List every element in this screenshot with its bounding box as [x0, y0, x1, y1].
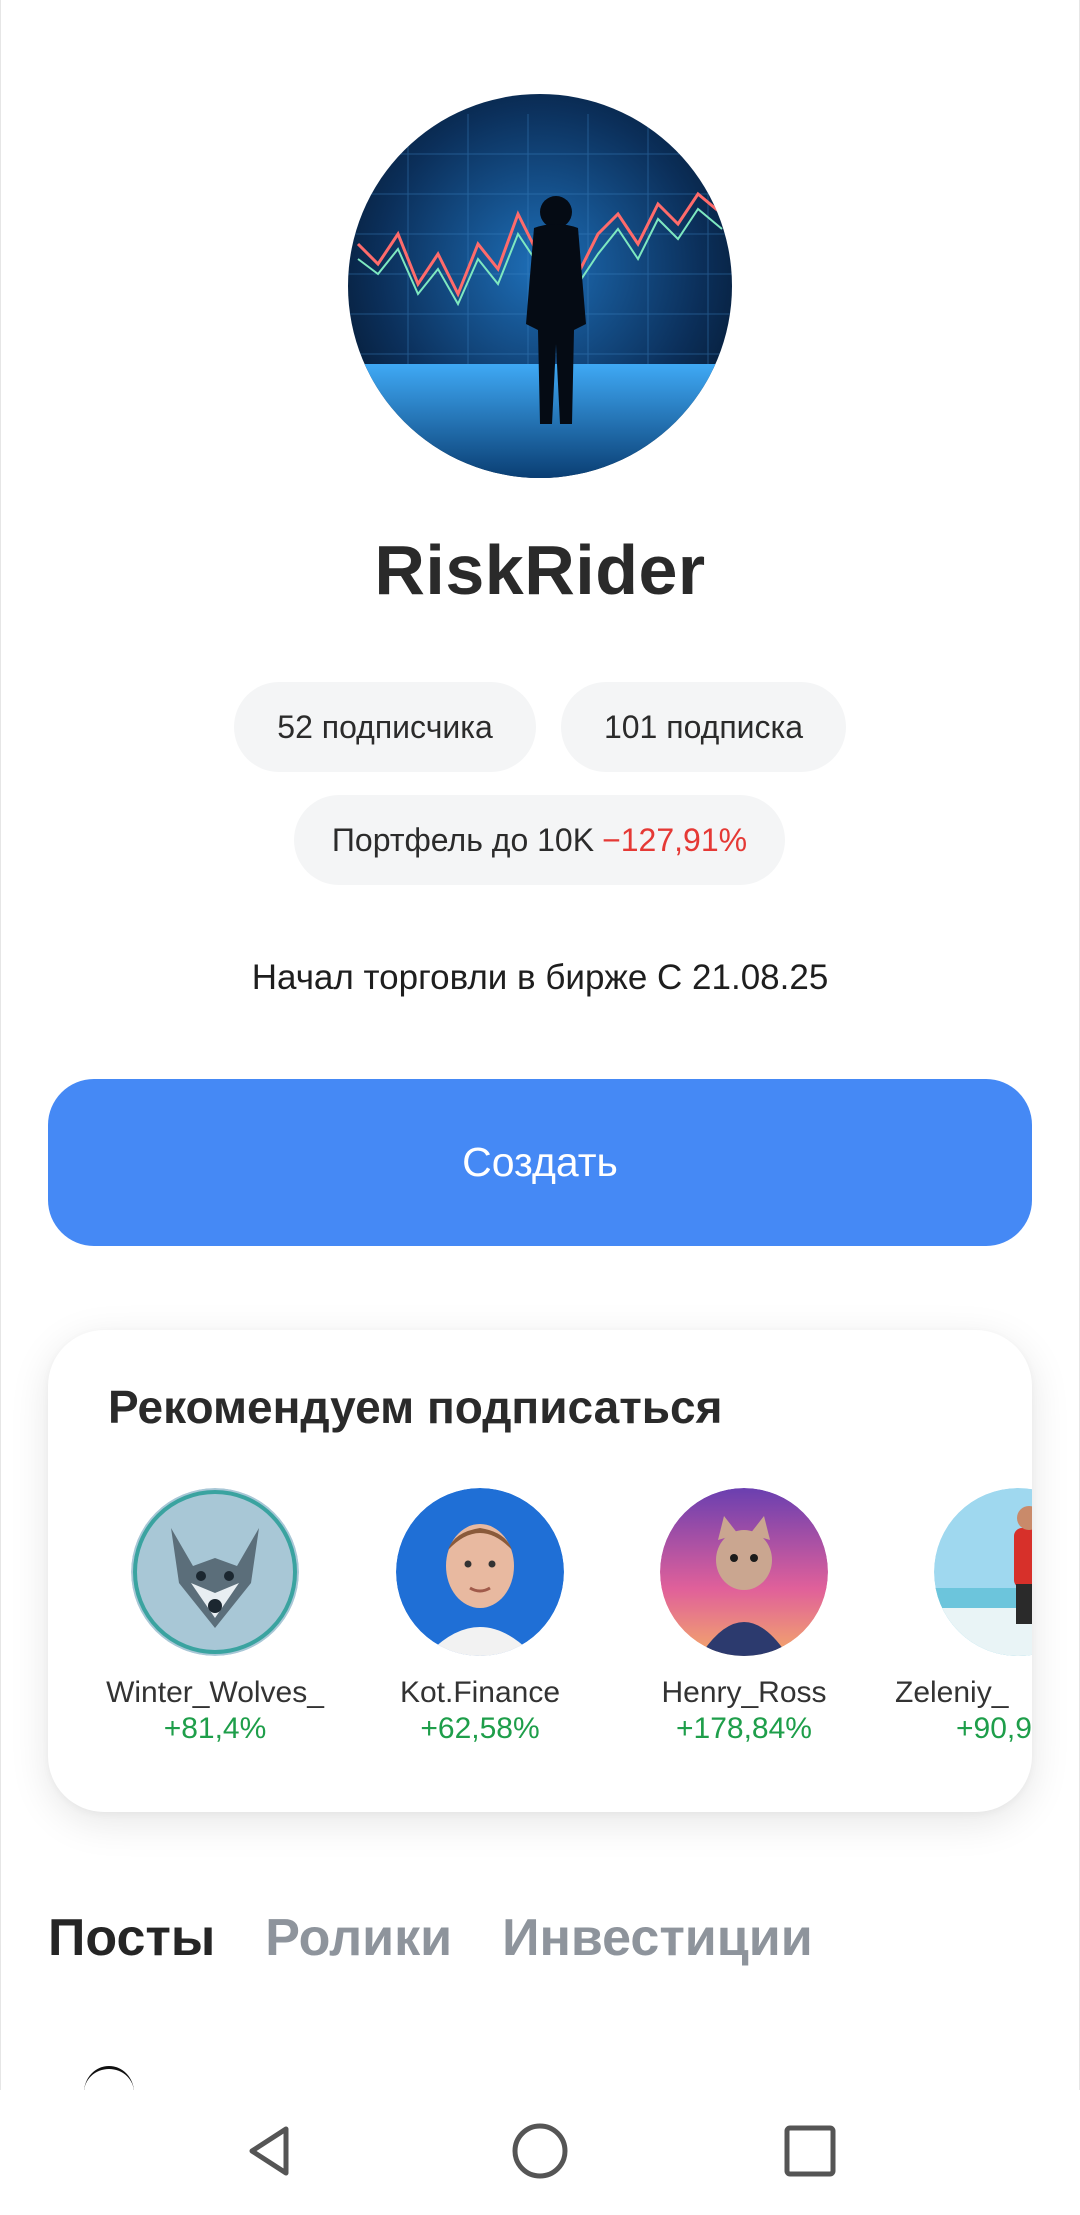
recommendation-name: Kot.Finance [399, 1676, 561, 1709]
wolf-avatar-icon [131, 1488, 299, 1656]
profile-bio: Начал торговли в бирже С 21.08.25 [251, 958, 829, 997]
cat-avatar-icon [660, 1488, 828, 1656]
recommendation-name: Henry_Ross [661, 1676, 827, 1709]
recommendation-gain: +178,84% [676, 1712, 812, 1745]
recommendations-title: Рекомендуем подписаться [108, 1381, 723, 1433]
following-count: 101 подписка [603, 708, 804, 745]
following-pill[interactable]: 101 подписка [561, 682, 846, 772]
beach-avatar-icon [934, 1488, 1032, 1656]
followers-pill[interactable]: 52 подписчика [234, 682, 536, 772]
system-navbar [0, 2090, 1080, 2215]
recommendations-card: Рекомендуем подписаться Winter_Wolves_ +… [48, 1330, 1032, 1812]
recents-icon[interactable] [775, 2116, 845, 2186]
recommendation-name: Zeleniy_ [895, 1676, 1009, 1709]
profile-tabs: Посты Ролики Инвестиции [48, 1908, 813, 1968]
tab-investments[interactable]: Инвестиции [502, 1908, 813, 1968]
profile-username: RiskRider [374, 531, 706, 609]
recommendation-gain: +90,9 [956, 1712, 1032, 1745]
create-button[interactable]: Создать [48, 1079, 1032, 1246]
portfolio-pill[interactable]: Портфель до 10K −127,91% [294, 795, 785, 885]
profile-avatar[interactable] [348, 94, 732, 478]
followers-count: 52 подписчика [277, 708, 493, 745]
portfolio-change: −127,91% [602, 821, 748, 858]
recommendation-gain: +62,58% [420, 1712, 540, 1745]
tab-reels[interactable]: Ролики [265, 1908, 452, 1968]
recommendation-name: Winter_Wolves_ [106, 1676, 324, 1709]
home-icon[interactable] [505, 2116, 575, 2186]
recommendation-gain: +81,4% [163, 1712, 267, 1745]
recommendation-item[interactable]: Winter_Wolves_ +81,4% [105, 1488, 325, 1746]
back-icon[interactable] [235, 2116, 305, 2186]
recommendation-item[interactable]: Henry_Ross +178,84% [634, 1488, 854, 1746]
recommendation-item[interactable]: Zeleniy_ +90,9 [895, 1488, 1032, 1746]
person-avatar-icon [396, 1488, 564, 1656]
recommendation-item[interactable]: Kot.Finance +62,58% [370, 1488, 590, 1746]
trader-chart-avatar-icon [348, 94, 732, 478]
tab-posts[interactable]: Посты [48, 1908, 215, 1968]
portfolio-label: Портфель до 10K [331, 821, 595, 858]
